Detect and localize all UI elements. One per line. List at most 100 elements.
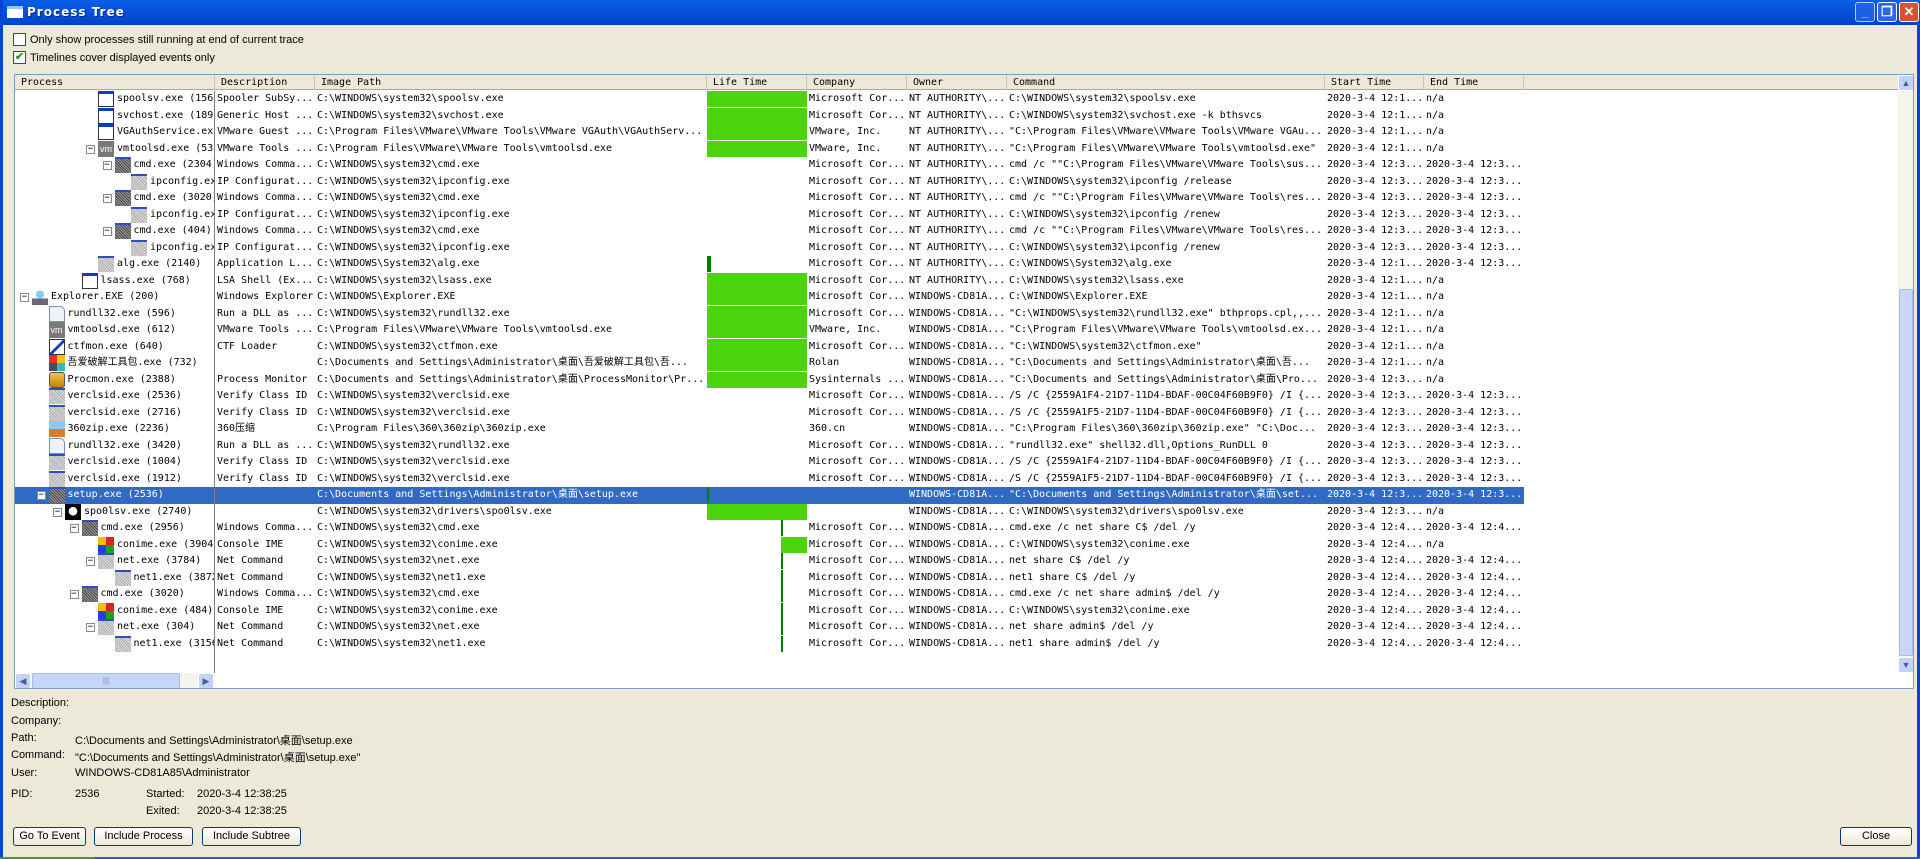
cell-description: Spooler SubSy... — [217, 93, 314, 104]
cell-command: cmd.exe /c net share C$ /del /y — [1009, 522, 1196, 533]
collapse-toggle-icon[interactable]: − — [102, 194, 112, 203]
cell-description: Net Command — [217, 555, 284, 566]
scroll-down-button[interactable]: ▼ — [1898, 657, 1913, 673]
process-row[interactable]: verclsid.exe (1004) Verify Class ID C:\WIN… — [15, 454, 1524, 471]
process-tree-list[interactable]: Process Description Image Path Life Time Com… — [14, 74, 1914, 689]
process-row[interactable]: spoolsv.exe (1568) Spooler SubSy... C:\WIN… — [15, 91, 1524, 108]
scroll-up-button[interactable]: ▲ — [1898, 75, 1913, 91]
collapse-toggle-icon[interactable]: − — [86, 557, 95, 566]
cell-start-time: 2020-3-4 12:4... — [1327, 637, 1424, 649]
column-header-image-path[interactable]: Image Path — [315, 75, 707, 90]
process-row[interactable]: − cmd.exe (3020) Windows Comma... C:\WINDOW… — [15, 586, 1524, 603]
process-row[interactable]: − cmd.exe (2956) Windows Comma... C:\WINDOW… — [15, 520, 1524, 537]
collapse-toggle-icon[interactable]: − — [69, 524, 79, 533]
collapse-toggle-icon[interactable]: − — [86, 144, 95, 154]
go-to-event-button[interactable]: Go To Event — [13, 827, 86, 846]
collapse-toggle-icon[interactable]: − — [69, 590, 79, 599]
process-row[interactable]: − cmd.exe (2304) Windows Comma... C:\WINDOW… — [15, 157, 1524, 174]
pid-value: 2536 — [75, 788, 100, 800]
process-row[interactable]: ipconfig.exeIP Configurat...C:\WINDOWS\s… — [15, 173, 1524, 191]
process-row[interactable]: net1.exe (3872) Net Command C:\WINDOWS\sys… — [15, 569, 1524, 587]
cell-company: Microsoft Cor... — [809, 274, 906, 286]
process-row[interactable]: verclsid.exe (1912) Verify Class ID C:\WIN… — [15, 470, 1524, 488]
cell-owner: WINDOWS-CD81A... — [909, 406, 1006, 418]
cell-company: Microsoft Cor... — [809, 456, 906, 467]
cell-command: /S /C {2559A1F5-21D7-11D4-BDAF-00C04F60B… — [1009, 406, 1323, 418]
process-row[interactable]: − net.exe (3784) Net Command C:\WINDOWS\sys… — [15, 553, 1524, 570]
cell-owner: WINDOWS-CD81A... — [909, 489, 1006, 500]
only-running-checkbox[interactable]: Only show processes still running at end… — [13, 33, 304, 46]
procmon-process-icon — [48, 371, 65, 388]
collapse-toggle-icon[interactable]: − — [102, 161, 112, 170]
cell-image-path: C:\WINDOWS\Explorer.EXE — [317, 291, 456, 302]
scroll-right-button[interactable]: ▶ — [198, 673, 214, 688]
process-row[interactable]: VGAuthService.exe VMware Guest ... C:\Prog… — [15, 124, 1524, 141]
process-row[interactable]: − vm vmtoolsd.exe (532) VMware Tools ... C:\… — [15, 140, 1524, 158]
process-row[interactable]: net1.exe (3156) Net Command C:\WINDOWS\sys… — [15, 635, 1524, 653]
column-header-company[interactable]: Company — [807, 75, 907, 90]
process-row[interactable]: conime.exe (484) Console IME C:\WINDOWS\sy… — [15, 602, 1524, 620]
process-row[interactable]: − cmd.exe (3020) Windows Comma... C:\WINDOW… — [15, 190, 1524, 207]
scroll-left-button[interactable]: ◀ — [15, 673, 31, 688]
timelines-displayed-checkbox[interactable]: ✔ Timelines cover displayed events only — [13, 51, 215, 64]
include-subtree-button[interactable]: Include Subtree — [202, 827, 301, 846]
column-header-end-time[interactable]: End Time — [1424, 75, 1524, 90]
process-row[interactable]: rundll32.exe (596) Run a DLL as ... C:\WIN… — [15, 305, 1524, 323]
collapse-toggle-icon[interactable]: − — [20, 293, 29, 302]
column-header-command[interactable]: Command — [1007, 75, 1325, 90]
close-window-button[interactable]: ✕ — [1899, 2, 1919, 22]
process-row[interactable]: − spo0lsv.exe (2740) C:\WINDOWS\system32\d… — [15, 503, 1524, 521]
cell-command: net share C$ /del /y — [1009, 555, 1130, 566]
process-row[interactable]: lsass.exe (768) LSA Shell (Ex... C:\WINDOW… — [15, 272, 1524, 290]
column-header-description[interactable]: Description — [215, 75, 315, 90]
collapse-toggle-icon[interactable]: − — [53, 507, 62, 517]
collapse-toggle-icon[interactable]: − — [36, 491, 46, 500]
process-row[interactable]: verclsid.exe (2536) Verify Class ID C:\WIN… — [15, 388, 1524, 405]
column-header-start-time[interactable]: Start Time — [1325, 75, 1424, 90]
vertical-scrollbar[interactable]: ▲ ▼ — [1898, 75, 1913, 673]
process-row[interactable]: alg.exe (2140) Application L... C:\WINDOWS… — [15, 256, 1524, 273]
checkbox-box[interactable] — [13, 33, 26, 46]
process-row[interactable]: ctfmon.exe (640) CTF Loader C:\WINDOWS\sys… — [15, 338, 1524, 356]
cell-command: C:\WINDOWS\system32\ipconfig /renew — [1009, 208, 1220, 220]
cell-company: Microsoft Cor... — [809, 604, 906, 616]
cell-image-path: C:\WINDOWS\system32\net.exe — [317, 621, 480, 632]
process-row[interactable]: − net.exe (304) Net Command C:\WINDOWS\syst… — [15, 619, 1524, 636]
collapse-toggle-icon[interactable]: − — [102, 227, 112, 236]
process-row[interactable]: − Explorer.EXE (200) Windows Explorer C:\WI… — [15, 289, 1524, 306]
cell-command: "C:\Program Files\VMware\VMware Tools\VM… — [1009, 126, 1323, 137]
checkbox-box[interactable]: ✔ — [13, 51, 26, 64]
process-row[interactable]: verclsid.exe (2716) Verify Class ID C:\WIN… — [15, 404, 1524, 422]
horizontal-scrollbar[interactable]: ◀ ||| ▶ — [15, 673, 214, 688]
process-row[interactable]: Procmon.exe (2388) Process Monitor C:\Docu… — [15, 371, 1524, 389]
process-row[interactable]: vm vmtoolsd.exe (612) VMware Tools ... C:\P… — [15, 322, 1524, 339]
include-process-button[interactable]: Include Process — [94, 827, 193, 846]
vertical-scroll-thumb[interactable] — [1899, 289, 1913, 656]
process-row[interactable]: − cmd.exe (404) Windows Comma... C:\WINDOWS… — [15, 223, 1524, 240]
cell-owner: WINDOWS-CD81A... — [909, 390, 1006, 401]
cell-image-path: C:\Documents and Settings\Administrator\… — [317, 357, 688, 368]
process-row[interactable]: svchost.exe (1896) Generic Host ... C:\WIN… — [15, 107, 1524, 125]
process-row[interactable]: − setup.exe (2536) C:\Documents and Settin… — [15, 487, 1524, 504]
process-row[interactable]: ipconfig.exeIP Configurat...C:\WINDOWS\s… — [15, 206, 1524, 224]
minimize-button[interactable]: _ — [1855, 2, 1875, 22]
cell-command: cmd /c ""C:\Program Files\VMware\VMware … — [1009, 159, 1323, 170]
column-header-life-time[interactable]: Life Time — [707, 75, 807, 90]
collapse-toggle-icon[interactable]: − — [86, 623, 95, 632]
cell-command: C:\WINDOWS\system32\drivers\spo0lsv.exe — [1009, 505, 1244, 517]
cmd-process-icon — [114, 157, 131, 173]
process-row[interactable]: rundll32.exe (3420) Run a DLL as ... C:\WI… — [15, 437, 1524, 455]
cell-owner: WINDOWS-CD81A... — [909, 522, 1006, 533]
process-row[interactable]: conime.exe (3904) Console IME C:\WINDOWS\s… — [15, 536, 1524, 554]
process-row[interactable]: 吾爱破解工具包.exe (732) C:\Documents and Settin… — [15, 355, 1524, 372]
column-header-process[interactable]: Process — [15, 75, 215, 90]
process-row[interactable]: ipconfig.exeIP Configurat...C:\WINDOWS\s… — [15, 239, 1524, 257]
cell-start-time: 2020-3-4 12:3... — [1327, 406, 1424, 418]
cell-start-time: 2020-3-4 12:3... — [1327, 159, 1424, 170]
close-button[interactable]: Close — [1840, 827, 1912, 846]
column-header-owner[interactable]: Owner — [907, 75, 1007, 90]
horizontal-scroll-thumb[interactable]: ||| — [32, 673, 180, 688]
cell-start-time: 2020-3-4 12:4... — [1327, 522, 1424, 533]
process-row[interactable]: 360zip.exe (2236) 360压缩 C:\Program Files\3… — [15, 421, 1524, 438]
restore-button[interactable]: ❐ — [1877, 2, 1897, 22]
